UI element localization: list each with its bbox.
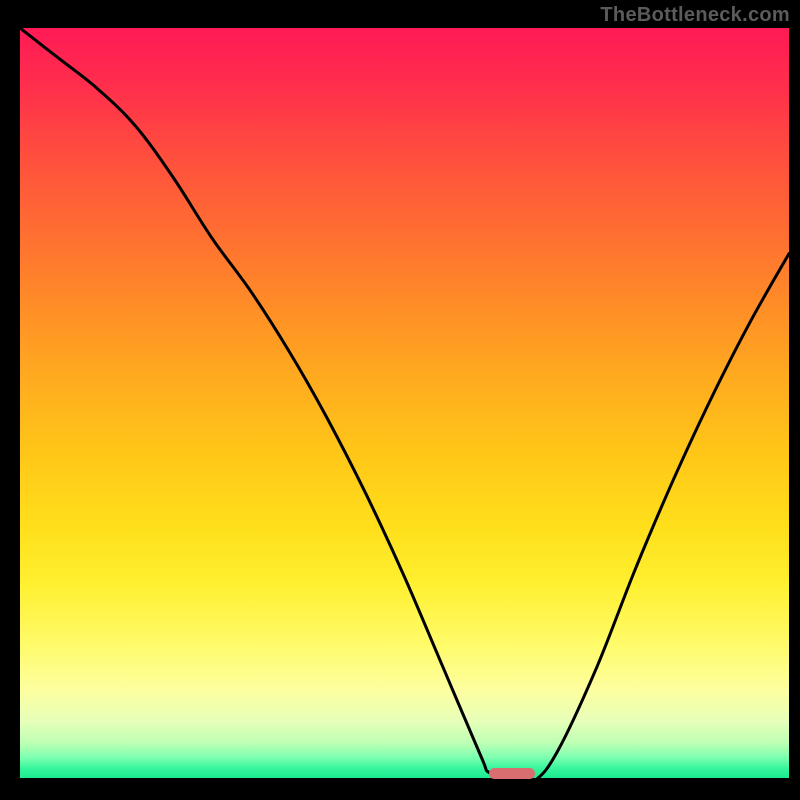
chart-frame: TheBottleneck.com <box>0 0 800 800</box>
watermark-text: TheBottleneck.com <box>600 4 790 27</box>
baseline <box>20 778 789 780</box>
bottleneck-curve <box>20 28 789 780</box>
curve-layer <box>20 28 789 780</box>
optimal-marker <box>489 768 535 779</box>
plot-area <box>20 28 789 780</box>
